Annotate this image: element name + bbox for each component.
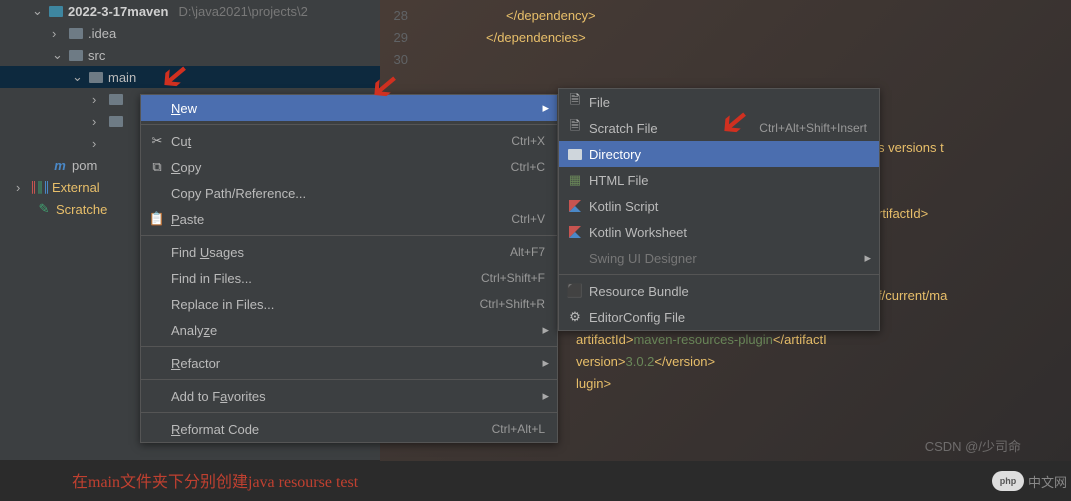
shortcut: Ctrl+V — [511, 212, 545, 226]
menu-separator — [141, 346, 557, 347]
code-text: </dependency> — [416, 8, 596, 23]
tree-label: pom — [72, 158, 97, 173]
folder-icon — [68, 47, 84, 63]
code-text: </dependencies> — [416, 30, 586, 45]
chevron-right-icon[interactable]: › — [16, 180, 28, 195]
menu-item-find-in-files[interactable]: Find in Files...Ctrl+Shift+F — [141, 265, 557, 291]
submenu-item-kotlin-worksheet[interactable]: Kotlin Worksheet — [559, 219, 879, 245]
menu-item-favorites[interactable]: Add to Favorites▸ — [141, 383, 557, 409]
chevron-right-icon: ▸ — [542, 100, 549, 116]
folder-icon — [108, 113, 124, 129]
scratches-icon: ✎ — [36, 201, 52, 217]
tree-label: main — [108, 70, 136, 85]
kotlin-icon — [565, 198, 585, 214]
chevron-right-icon: ▸ — [864, 250, 871, 266]
tree-label: Scratche — [56, 202, 107, 217]
shortcut: Ctrl+Shift+F — [481, 271, 545, 285]
shortcut: Ctrl+X — [511, 134, 545, 148]
scratch-file-icon: 🗎 — [565, 117, 585, 139]
submenu-item-resource-bundle[interactable]: ⬛Resource Bundle — [559, 278, 879, 304]
tree-path: D:\java2021\projects\2 — [178, 4, 307, 19]
menu-separator — [141, 235, 557, 236]
menu-item-copy[interactable]: ⧉CopyCtrl+C — [141, 154, 557, 180]
chevron-right-icon[interactable]: › — [52, 26, 64, 41]
kotlin-icon — [565, 224, 585, 240]
menu-item-new[interactable]: New▸ — [141, 95, 557, 121]
chevron-right-icon[interactable]: › — [92, 114, 104, 129]
menu-separator — [141, 379, 557, 380]
chevron-down-icon[interactable]: ⌄ — [72, 69, 84, 85]
chevron-down-icon[interactable]: ⌄ — [52, 47, 64, 63]
shortcut: Ctrl+Alt+L — [492, 422, 545, 436]
chevron-right-icon: ▸ — [542, 355, 549, 371]
menu-item-refactor[interactable]: Refactor▸ — [141, 350, 557, 376]
tree-root[interactable]: ⌄ 2022-3-17maven D:\java2021\projects\2 — [0, 0, 380, 22]
submenu-item-editorconfig[interactable]: ⚙EditorConfig File — [559, 304, 879, 330]
menu-item-analyze[interactable]: Analyze▸ — [141, 317, 557, 343]
annotation-caption: 在main文件夹下分别创建java resourse test — [72, 468, 358, 492]
menu-separator — [141, 412, 557, 413]
folder-icon — [48, 3, 64, 19]
shortcut: Ctrl+C — [511, 160, 545, 174]
line-number: 29 — [380, 30, 416, 45]
menu-separator — [141, 124, 557, 125]
libraries-icon: ∥∥∥ — [32, 179, 48, 195]
menu-item-replace-in-files[interactable]: Replace in Files...Ctrl+Shift+R — [141, 291, 557, 317]
tree-item[interactable]: ⌄ src — [0, 44, 380, 66]
file-icon: 🗎 — [565, 91, 585, 113]
tree-label: .idea — [88, 26, 116, 41]
submenu-item-html[interactable]: ▦HTML File — [559, 167, 879, 193]
shortcut: Ctrl+Shift+R — [480, 297, 545, 311]
shortcut: Alt+F7 — [510, 245, 545, 259]
menu-separator — [559, 274, 879, 275]
maven-icon: m — [52, 157, 68, 173]
bundle-icon: ⬛ — [565, 283, 585, 299]
watermark: php 中文网 — [992, 471, 1067, 491]
cut-icon: ✂ — [147, 133, 167, 149]
chevron-right-icon[interactable]: › — [92, 136, 104, 151]
menu-item-paste[interactable]: 📋PasteCtrl+V — [141, 206, 557, 232]
menu-item-copy-path[interactable]: Copy Path/Reference... — [141, 180, 557, 206]
copy-icon: ⧉ — [147, 159, 167, 175]
chevron-right-icon: ▸ — [542, 388, 549, 404]
menu-item-cut[interactable]: ✂CutCtrl+X — [141, 128, 557, 154]
folder-icon — [108, 91, 124, 107]
folder-icon — [565, 149, 585, 160]
chevron-down-icon[interactable]: ⌄ — [32, 3, 44, 19]
html-icon: ▦ — [565, 172, 585, 188]
php-logo-icon: php — [992, 471, 1024, 491]
submenu-item-kotlin-script[interactable]: Kotlin Script — [559, 193, 879, 219]
line-number: 28 — [380, 8, 416, 23]
context-menu: New▸ ✂CutCtrl+X ⧉CopyCtrl+C Copy Path/Re… — [140, 94, 558, 443]
folder-icon — [68, 25, 84, 41]
chevron-right-icon[interactable]: › — [92, 92, 104, 107]
watermark: CSDN @/少司命 — [925, 436, 1021, 455]
menu-item-find-usages[interactable]: Find UsagesAlt+F7 — [141, 239, 557, 265]
paste-icon: 📋 — [147, 211, 167, 227]
submenu-item-swing[interactable]: Swing UI Designer▸ — [559, 245, 879, 271]
chevron-right-icon: ▸ — [542, 322, 549, 338]
tree-label: External — [52, 180, 100, 195]
tree-label: 2022-3-17maven — [68, 4, 168, 19]
menu-item-reformat[interactable]: Reformat CodeCtrl+Alt+L — [141, 416, 557, 442]
shortcut: Ctrl+Alt+Shift+Insert — [759, 121, 867, 135]
tree-item[interactable]: › .idea — [0, 22, 380, 44]
submenu-item-directory[interactable]: Directory — [559, 141, 879, 167]
tree-label: src — [88, 48, 105, 63]
folder-icon — [88, 69, 104, 85]
editorconfig-icon: ⚙ — [565, 309, 585, 325]
